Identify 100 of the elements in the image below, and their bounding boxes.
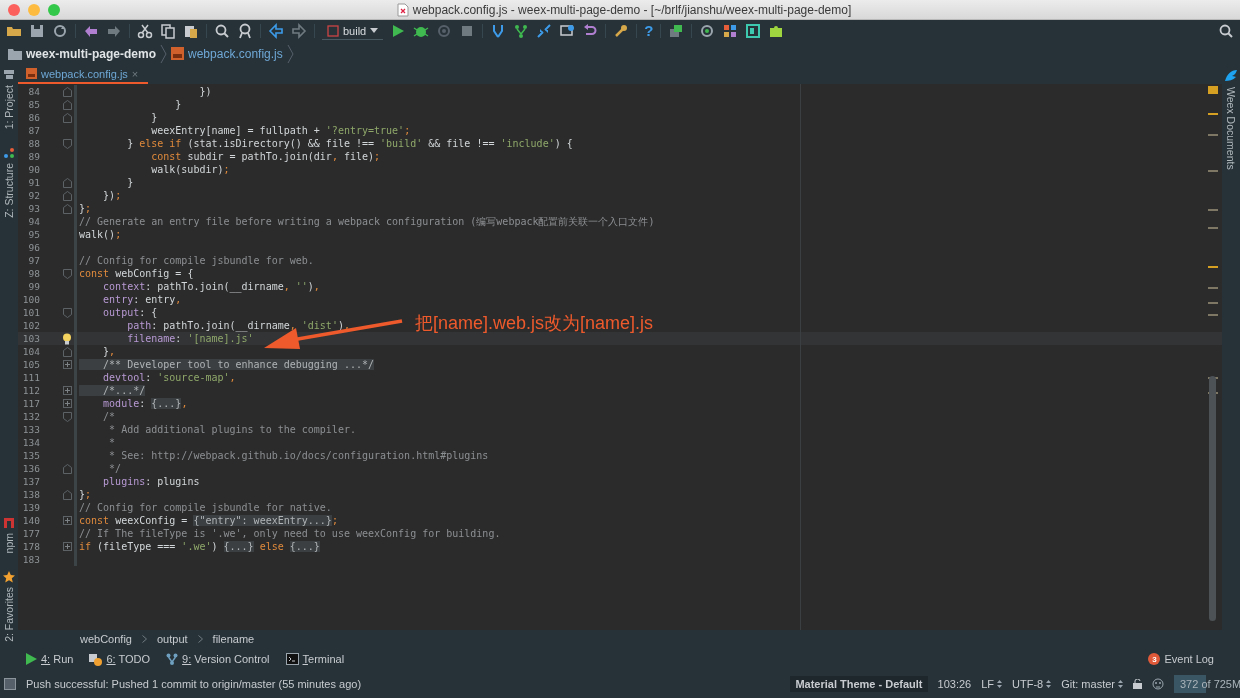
event-log-button[interactable]: 3 Event Log bbox=[1148, 653, 1214, 665]
square-icon[interactable] bbox=[745, 23, 762, 39]
code-line: entry: entry, bbox=[102, 293, 182, 306]
chevron-icon bbox=[160, 44, 168, 63]
code-line: const subdir = pathTo.join(dir, file); bbox=[150, 150, 381, 163]
line-number: 177 bbox=[21, 528, 40, 539]
cursor-position[interactable]: 103:26 bbox=[937, 678, 972, 690]
expand-icon[interactable] bbox=[63, 542, 72, 551]
line-number: 103 bbox=[21, 333, 40, 344]
line-number: 111 bbox=[21, 372, 40, 383]
forward-icon[interactable] bbox=[291, 23, 307, 39]
face-icon[interactable] bbox=[1152, 677, 1164, 691]
tool-window-button[interactable]: Terminal bbox=[285, 653, 345, 665]
panel-toggle-icon[interactable] bbox=[4, 678, 16, 690]
line-number: 87 bbox=[27, 125, 40, 136]
code-line: plugins: plugins bbox=[102, 475, 200, 488]
status-dropdown[interactable]: LF bbox=[981, 678, 1003, 690]
scrollbar-thumb[interactable] bbox=[1209, 376, 1216, 621]
breadcrumb-item[interactable]: weex-multi-page-demo bbox=[26, 46, 157, 61]
back-icon[interactable] bbox=[268, 23, 284, 39]
grid-icon[interactable] bbox=[722, 23, 739, 39]
branch-icon bbox=[166, 653, 179, 665]
code-line: * bbox=[108, 436, 116, 449]
code-line: const webConfig = { bbox=[79, 267, 194, 280]
code-line: }; bbox=[79, 202, 92, 215]
code-line: weexEntry[name] = fullpath + '?entry=true'; bbox=[150, 124, 411, 137]
target-icon[interactable] bbox=[699, 23, 716, 39]
search-icon[interactable] bbox=[214, 23, 230, 39]
windows-icon[interactable] bbox=[668, 23, 685, 39]
favorites-icon bbox=[3, 571, 15, 584]
tool-window-button[interactable]: 6: TODO bbox=[89, 652, 151, 666]
expand-icon[interactable] bbox=[63, 399, 72, 408]
line-number: 98 bbox=[27, 268, 40, 279]
compare-icon[interactable] bbox=[536, 23, 553, 39]
paste-icon[interactable] bbox=[183, 23, 199, 39]
tool-window-button[interactable]: Weex Documents bbox=[1222, 69, 1240, 170]
js-file-icon bbox=[26, 68, 37, 79]
puzzle-icon[interactable] bbox=[768, 23, 785, 39]
sync-icon[interactable] bbox=[52, 23, 68, 39]
tool-window-button[interactable]: 9: Version Control bbox=[166, 653, 270, 665]
help-button[interactable]: ? bbox=[644, 23, 654, 39]
line-number: 112 bbox=[21, 385, 40, 396]
theme-label[interactable]: Material Theme - Default bbox=[790, 676, 928, 692]
breadcrumb-item[interactable]: webpack.config.js bbox=[188, 46, 283, 61]
fold-end-icon bbox=[63, 203, 72, 214]
code-line: if (fileType === '.we') {...} else {...} bbox=[79, 540, 320, 553]
code-line: // Config for compile jsbundle for native. bbox=[79, 501, 332, 514]
code-line: } bbox=[126, 176, 134, 189]
light-bulb-icon[interactable] bbox=[62, 332, 72, 345]
line-number: 86 bbox=[27, 112, 40, 123]
code-line: const weexConfig = {"entry": weexEntry...}; bbox=[79, 514, 338, 527]
breadcrumb-item[interactable]: output bbox=[157, 633, 188, 645]
expand-icon[interactable] bbox=[63, 516, 72, 525]
structure-icon bbox=[3, 147, 15, 160]
status-message: Push successful: Pushed 1 commit to origin/master (55 minutes ago) bbox=[26, 678, 362, 690]
line-number: 94 bbox=[27, 216, 40, 227]
save-icon[interactable] bbox=[29, 23, 45, 39]
line-number: 89 bbox=[27, 151, 40, 162]
copy-icon[interactable] bbox=[160, 23, 176, 39]
window-icon[interactable] bbox=[559, 23, 576, 39]
code-line: devtool: 'source-map', bbox=[102, 371, 236, 384]
status-dropdown[interactable]: Git: master bbox=[1061, 678, 1123, 690]
breadcrumb-item[interactable]: filename bbox=[212, 633, 255, 645]
code-line: path: pathTo.join(__dirname, 'dist'), bbox=[126, 319, 350, 332]
search-icon[interactable] bbox=[1218, 23, 1234, 39]
square-icon bbox=[327, 24, 339, 37]
window-title: webpack.config.js - weex-multi-page-demo - [~/brlf/jianshu/weex-multi-page-demo] bbox=[412, 2, 852, 17]
replace-icon[interactable] bbox=[237, 23, 253, 39]
code-line: }) bbox=[198, 85, 212, 98]
line-number: 91 bbox=[27, 177, 40, 188]
tool-window-button[interactable]: 2: Favorites bbox=[0, 571, 18, 642]
fold-start-icon bbox=[63, 411, 72, 422]
code-line: }); bbox=[102, 189, 122, 202]
line-number: 140 bbox=[21, 515, 40, 526]
line-number: 84 bbox=[27, 86, 40, 97]
updown-icon bbox=[997, 680, 1003, 688]
code-line: * Add additional plugins to the compiler. bbox=[108, 423, 356, 436]
line-number: 92 bbox=[27, 190, 40, 201]
expand-icon[interactable] bbox=[63, 386, 72, 395]
folder-icon bbox=[8, 47, 22, 60]
run-configuration-dropdown[interactable]: build bbox=[322, 22, 384, 40]
code-line: } bbox=[150, 111, 158, 124]
js-file-icon bbox=[396, 2, 409, 17]
code-line: /* bbox=[102, 410, 116, 423]
status-dropdown[interactable]: UTF-8 bbox=[1012, 678, 1052, 690]
code-line: module: {...}, bbox=[102, 397, 188, 410]
commit-icon[interactable] bbox=[513, 23, 530, 39]
expand-icon[interactable] bbox=[63, 360, 72, 369]
breadcrumb-item[interactable]: webConfig bbox=[80, 633, 132, 645]
code-line: filename: '[name].js' bbox=[126, 332, 254, 345]
cut-icon[interactable] bbox=[137, 23, 153, 39]
line-number: 117 bbox=[21, 398, 40, 409]
lock-icon[interactable] bbox=[1133, 679, 1142, 689]
redo-icon[interactable] bbox=[106, 23, 122, 39]
tool-window-button[interactable]: Z: Structure bbox=[0, 147, 18, 219]
tool-window-button[interactable]: 4: Run bbox=[26, 653, 74, 665]
tool-window-button[interactable]: npm bbox=[0, 516, 18, 554]
code-line: }, bbox=[102, 345, 116, 358]
line-number: 99 bbox=[27, 281, 40, 292]
tool-window-button[interactable]: 1: Project bbox=[0, 69, 18, 130]
